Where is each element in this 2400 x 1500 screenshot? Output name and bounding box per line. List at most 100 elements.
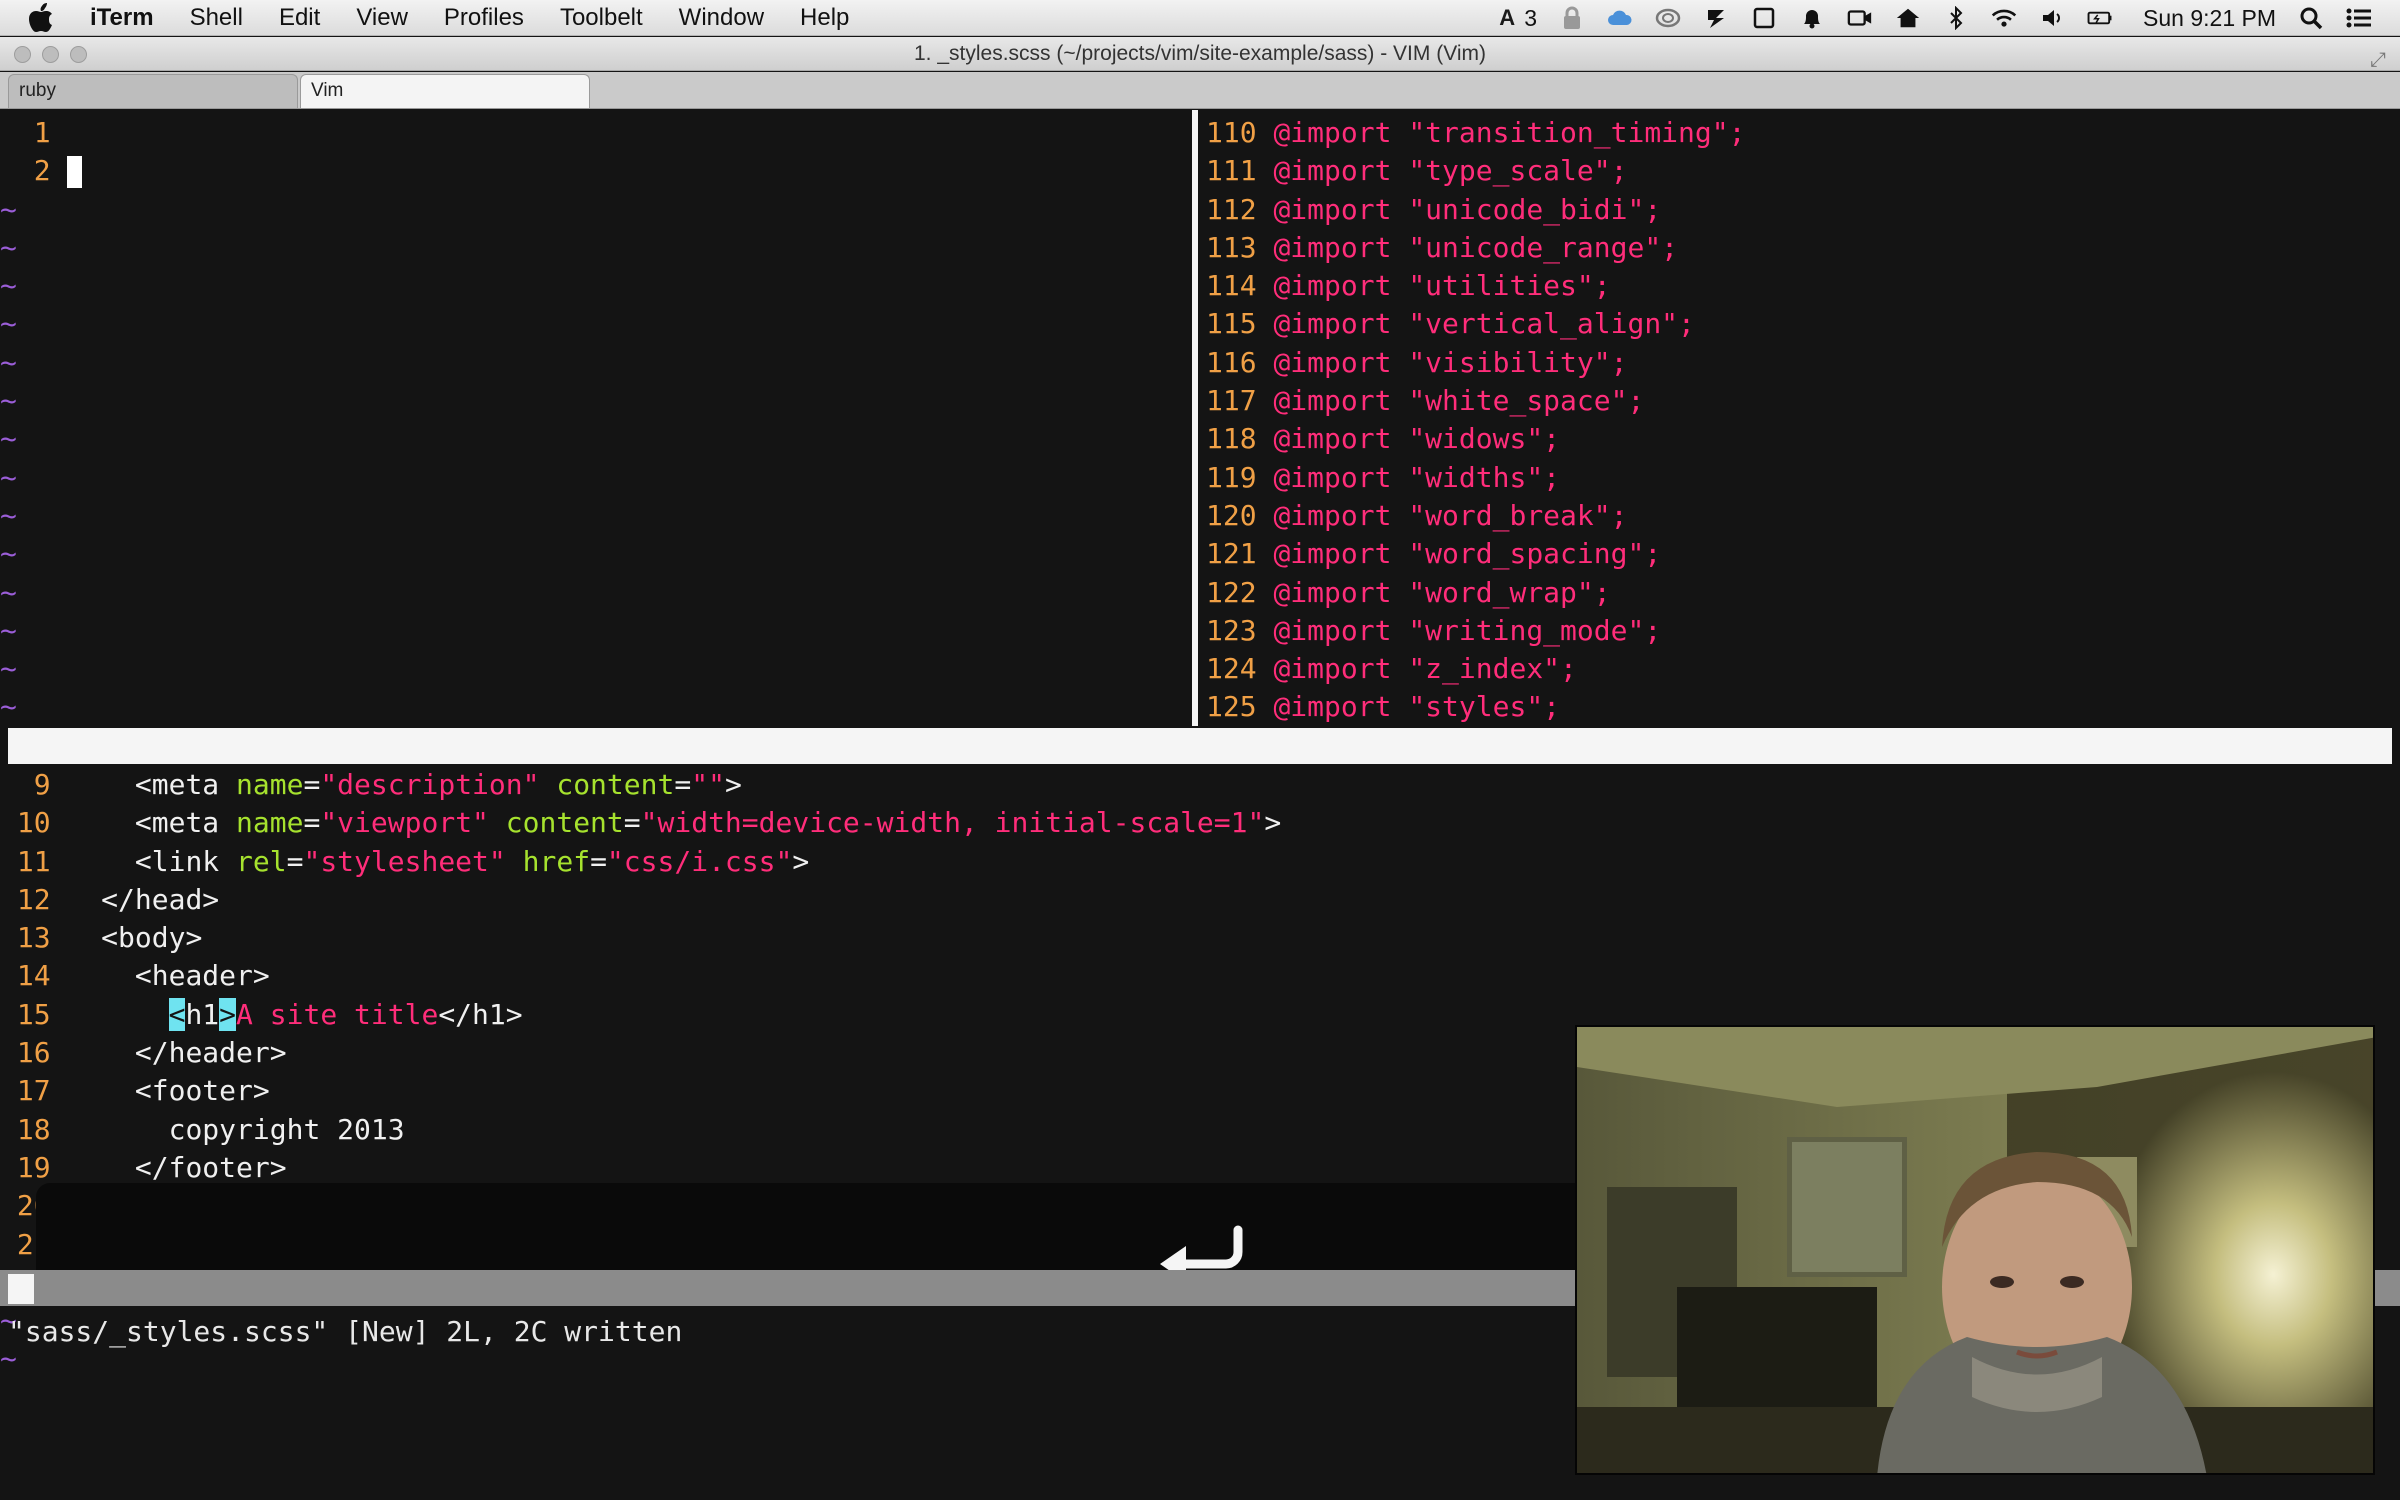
line-number: 120 (1206, 498, 1257, 532)
empty-line-tilde: ~ (0, 460, 17, 494)
code-token: = (623, 806, 641, 840)
code-line: 2 (0, 152, 1190, 190)
import-keyword: @import (1273, 575, 1392, 609)
webcam-video-feed (1575, 1025, 2375, 1475)
status-menu-area: A 3 Sun 9:21 PM (1494, 0, 2400, 36)
zoom-window-button[interactable] (70, 46, 87, 63)
import-value: "word_wrap"; (1408, 575, 1611, 609)
empty-line-tilde: ~ (0, 613, 17, 647)
bluetooth-icon[interactable] (1943, 5, 1969, 31)
import-keyword: @import (1273, 460, 1392, 494)
import-keyword: @import (1273, 192, 1392, 226)
menu-profiles[interactable]: Profiles (426, 0, 542, 36)
line-number: 10 (0, 806, 51, 840)
code-token: </footer> (134, 1150, 287, 1184)
empty-line-tilde: ~ (0, 652, 17, 686)
minimize-window-button[interactable] (42, 46, 59, 63)
code-token: <meta (134, 806, 237, 840)
code-line: 117 @import "white_space"; (1206, 382, 2400, 420)
video-camera-icon[interactable] (1847, 5, 1873, 31)
adobe-icon[interactable]: A (1494, 5, 1520, 31)
import-value: "unicode_bidi"; (1408, 192, 1662, 226)
lock-icon[interactable] (1559, 5, 1585, 31)
import-keyword: @import (1273, 230, 1392, 264)
menu-window[interactable]: Window (661, 0, 782, 36)
menu-help[interactable]: Help (782, 0, 867, 36)
import-keyword: @import (1273, 307, 1392, 341)
code-line: 9 <meta name="description" content=""> (0, 766, 2400, 804)
wifi-icon[interactable] (1991, 5, 2017, 31)
tab-ruby[interactable]: ruby (8, 74, 298, 108)
line-number: 14 (0, 959, 51, 993)
code-token: content (505, 806, 624, 840)
horizontal-split-statusbar[interactable] (8, 728, 2392, 764)
empty-line-tilde: ~ (0, 269, 17, 303)
menu-toolbelt[interactable]: Toolbelt (542, 0, 661, 36)
code-token: A site title (236, 997, 439, 1031)
import-keyword: @import (1273, 537, 1392, 571)
menu-shell[interactable]: Shell (172, 0, 261, 36)
window-title: 1. _styles.scss (~/projects/vim/site-exa… (914, 42, 1486, 65)
close-window-button[interactable] (14, 46, 31, 63)
window-icon[interactable] (1751, 5, 1777, 31)
vim-pane-left[interactable]: 1 2 ~~~~~~~~~~~~~~~ (0, 114, 1190, 726)
code-token: copyright 2013 (168, 1112, 405, 1146)
sync-icon[interactable] (1655, 5, 1681, 31)
code-token: < (168, 997, 186, 1031)
code-line: 10 <meta name="viewport" content="width=… (0, 804, 2400, 842)
line-number: 9 (0, 768, 51, 801)
vim-command-line[interactable]: "sass/_styles.scss" [New] 2L, 2C written (8, 1312, 682, 1352)
code-line: 12 </head> (0, 881, 2400, 919)
menubar-clock[interactable]: Sun 9:21 PM (2143, 5, 2276, 32)
home-icon[interactable] (1895, 5, 1921, 31)
vim-pane-right[interactable]: 110 @import "transition_timing"; 111 @imp… (1206, 114, 2400, 726)
volume-icon[interactable] (2039, 5, 2065, 31)
line-number: 19 (0, 1150, 51, 1184)
line-number: 110 (1206, 116, 1257, 149)
code-token: = (674, 768, 692, 801)
line-number: 114 (1206, 269, 1257, 303)
import-value: "z_index"; (1408, 652, 1577, 686)
menu-view[interactable]: View (338, 0, 426, 36)
notification-bell-icon[interactable] (1799, 5, 1825, 31)
code-line: 114 @import "utilities"; (1206, 267, 2400, 305)
import-keyword: @import (1273, 269, 1392, 303)
empty-line-tilde: ~ (0, 690, 17, 724)
code-token: "css/i.css" (606, 844, 793, 878)
code-token: "" (691, 768, 725, 801)
menu-bar: iTerm Shell Edit View Profiles Toolbelt … (0, 0, 2400, 36)
code-line: 125 @import "styles"; (1206, 688, 2400, 726)
empty-line-tilde: ~ (0, 384, 17, 418)
line-number: 117 (1206, 384, 1257, 418)
line-number: 15 (0, 997, 51, 1031)
apple-logo-icon[interactable] (28, 2, 58, 33)
code-token: > (792, 844, 810, 878)
code-token: <body> (101, 921, 203, 955)
code-line: 115 @import "vertical_align"; (1206, 305, 2400, 343)
import-value: "word_spacing"; (1408, 537, 1662, 571)
notification-center-icon[interactable] (2346, 5, 2372, 31)
code-line: 119 @import "widths"; (1206, 459, 2400, 497)
menu-app-name[interactable]: iTerm (72, 0, 172, 36)
bolt-icon[interactable] (1703, 5, 1729, 31)
tab-vim[interactable]: Vim (300, 74, 590, 108)
menu-edit[interactable]: Edit (261, 0, 338, 36)
line-number: 119 (1206, 460, 1257, 494)
code-line: 13 <body> (0, 919, 2400, 957)
line-number: 11 (0, 844, 51, 878)
text-cursor (67, 156, 83, 189)
window-titlebar: 1. _styles.scss (~/projects/vim/site-exa… (0, 37, 2400, 71)
spotlight-search-icon[interactable] (2298, 5, 2324, 31)
code-line: 1 (0, 114, 1190, 152)
line-number: 118 (1206, 422, 1257, 456)
code-token: <footer> (134, 1074, 270, 1108)
import-keyword: @import (1273, 690, 1392, 724)
code-token: "width=device-width, initial-scale=1" (640, 806, 1265, 840)
creative-cloud-icon[interactable] (1607, 5, 1633, 31)
battery-icon[interactable] (2087, 5, 2113, 31)
